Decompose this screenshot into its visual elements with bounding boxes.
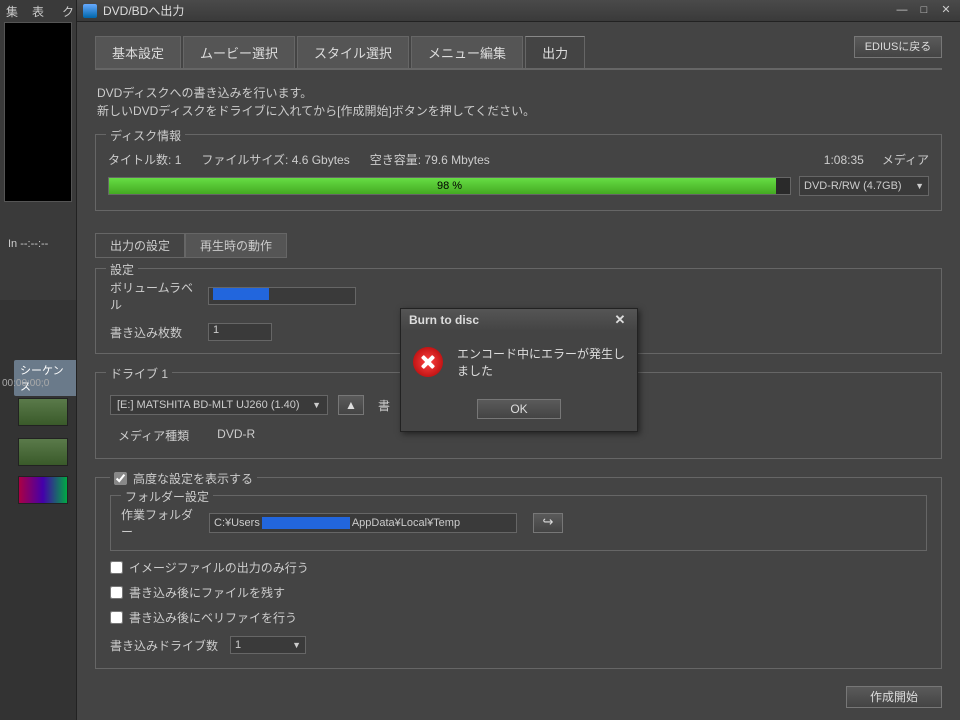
desc-line: DVDディスクへの書き込みを行います。 (97, 84, 940, 102)
filesize-value: 4.6 Gbytes (292, 153, 350, 167)
filesize-label: ファイルサイズ: (201, 153, 288, 167)
window-title: DVD/BDへ出力 (103, 2, 894, 19)
image-only-checkbox[interactable] (110, 561, 123, 574)
keep-files-checkbox[interactable] (110, 586, 123, 599)
media-label: メディア (882, 151, 929, 168)
preview-monitor (4, 22, 72, 202)
ok-button[interactable]: OK (477, 399, 561, 419)
error-dialog: Burn to disc ✕ エンコード中にエラーが発生しました OK (400, 308, 638, 432)
volume-label-label: ボリュームラベル (110, 279, 198, 313)
app-icon (83, 4, 97, 18)
duration-value: 1:08:35 (824, 153, 864, 167)
dialog-message: エンコード中にエラーが発生しました (457, 345, 625, 379)
browse-button[interactable]: ↪ (533, 513, 563, 533)
editor-background: 集 表示 ク In --:--:-- シーケンス 00:00:00;0 (0, 0, 80, 720)
menu-item[interactable]: ク (62, 3, 74, 17)
mediatype-value: DVD-R (217, 427, 255, 444)
menu-item[interactable]: 集 (6, 3, 18, 17)
clip-thumb[interactable] (18, 438, 68, 466)
start-burn-button[interactable]: 作成開始 (846, 686, 942, 708)
drive-count-value: 1 (235, 639, 241, 651)
show-advanced-checkbox[interactable] (114, 472, 127, 485)
drive-select-value: [E:] MATSHITA BD-MLT UJ260 (1.40) (117, 399, 300, 411)
tab-output[interactable]: 出力 (525, 36, 585, 68)
dialog-title: Burn to disc (409, 313, 479, 327)
tab-style[interactable]: スタイル選択 (297, 36, 409, 68)
mediatype-label: メディア種類 (118, 427, 189, 444)
redacted-text (213, 288, 269, 300)
subtab-playback[interactable]: 再生時の動作 (185, 233, 287, 258)
dialog-close-button[interactable]: ✕ (611, 312, 629, 328)
group-label: フォルダー設定 (121, 488, 213, 505)
chevron-down-icon: ▼ (292, 640, 301, 650)
keep-files-label: 書き込み後にファイルを残す (129, 584, 285, 601)
free-label: 空き容量: (370, 153, 421, 167)
verify-checkbox[interactable] (110, 611, 123, 624)
eject-icon: ▲ (345, 398, 357, 412)
eject-button[interactable]: ▲ (338, 395, 364, 415)
copies-label: 書き込み枚数 (110, 324, 198, 341)
clip-thumb[interactable] (18, 476, 68, 504)
dialog-titlebar: Burn to disc ✕ (401, 309, 637, 331)
media-select-value: DVD-R/RW (4.7GB) (804, 180, 902, 192)
return-to-edius-button[interactable]: EDIUSに戻る (854, 36, 942, 58)
copies-input[interactable]: 1 (208, 323, 272, 341)
titlebar: DVD/BDへ出力 — □ ✕ (77, 0, 960, 22)
maximize-button[interactable]: □ (916, 4, 932, 18)
disc-usage-bar: 98 % (108, 177, 791, 195)
drive-count-label: 書き込みドライブ数 (110, 637, 220, 654)
drive-count-select[interactable]: 1 ▼ (230, 636, 306, 654)
group-label: ディスク情報 (106, 127, 185, 144)
verify-label: 書き込み後にベリファイを行う (129, 609, 297, 626)
tab-movie[interactable]: ムービー選択 (183, 36, 295, 68)
desc-line: 新しいDVDディスクをドライブに入れてから[作成開始]ボタンを押してください。 (97, 102, 940, 120)
menu-item[interactable]: 表示 (32, 3, 48, 17)
folder-open-icon: ↪ (543, 514, 554, 529)
titles-label: タイトル数: (108, 153, 171, 167)
path-segment: C:¥Users (214, 517, 260, 529)
folder-settings-group: フォルダー設定 作業フォルダー C:¥Users AppData¥Local¥T… (110, 495, 927, 551)
bg-menu: 集 表示 ク (0, 0, 80, 20)
volume-label-input[interactable] (208, 287, 356, 305)
show-advanced-label: 高度な設定を表示する (133, 470, 253, 487)
group-label: 設定 (106, 261, 138, 278)
group-label: ドライブ 1 (106, 365, 172, 382)
chevron-down-icon: ▼ (312, 400, 321, 410)
media-select[interactable]: DVD-R/RW (4.7GB) ▼ (799, 176, 929, 196)
clip-thumb[interactable] (18, 398, 68, 426)
workfolder-input[interactable]: C:¥Users AppData¥Local¥Temp (209, 513, 517, 533)
tab-basic[interactable]: 基本設定 (95, 36, 181, 68)
subtab-output-settings[interactable]: 出力の設定 (95, 233, 185, 258)
description: DVDディスクへの書き込みを行います。 新しいDVDディスクをドライブに入れてか… (97, 84, 940, 120)
footer: 作成開始 (846, 686, 942, 708)
image-only-label: イメージファイルの出力のみ行う (129, 559, 309, 576)
write-speed-label: 書 (378, 397, 390, 414)
path-segment: AppData¥Local¥Temp (352, 517, 460, 529)
free-value: 79.6 Mbytes (424, 153, 489, 167)
in-out-display: In --:--:-- (8, 238, 48, 250)
tab-menu[interactable]: メニュー編集 (411, 36, 523, 68)
drive-select[interactable]: [E:] MATSHITA BD-MLT UJ260 (1.40) ▼ (110, 395, 328, 415)
chevron-down-icon: ▼ (915, 181, 924, 191)
redacted-text (262, 517, 350, 529)
close-button[interactable]: ✕ (938, 4, 954, 18)
error-icon (413, 347, 443, 377)
titles-value: 1 (175, 153, 182, 167)
output-subtabs: 出力の設定 再生時の動作 (95, 233, 942, 258)
advanced-group: 高度な設定を表示する フォルダー設定 作業フォルダー C:¥Users AppD… (95, 477, 942, 669)
minimize-button[interactable]: — (894, 4, 910, 18)
timecode: 00:00:00;0 (2, 378, 49, 389)
disc-info-group: ディスク情報 タイトル数: 1 ファイルサイズ: 4.6 Gbytes 空き容量… (95, 134, 942, 211)
workfolder-label: 作業フォルダー (121, 506, 199, 540)
progress-text: 98 % (109, 178, 790, 194)
main-tabs: 基本設定 ムービー選択 スタイル選択 メニュー編集 出力 EDIUSに戻る (95, 36, 942, 70)
